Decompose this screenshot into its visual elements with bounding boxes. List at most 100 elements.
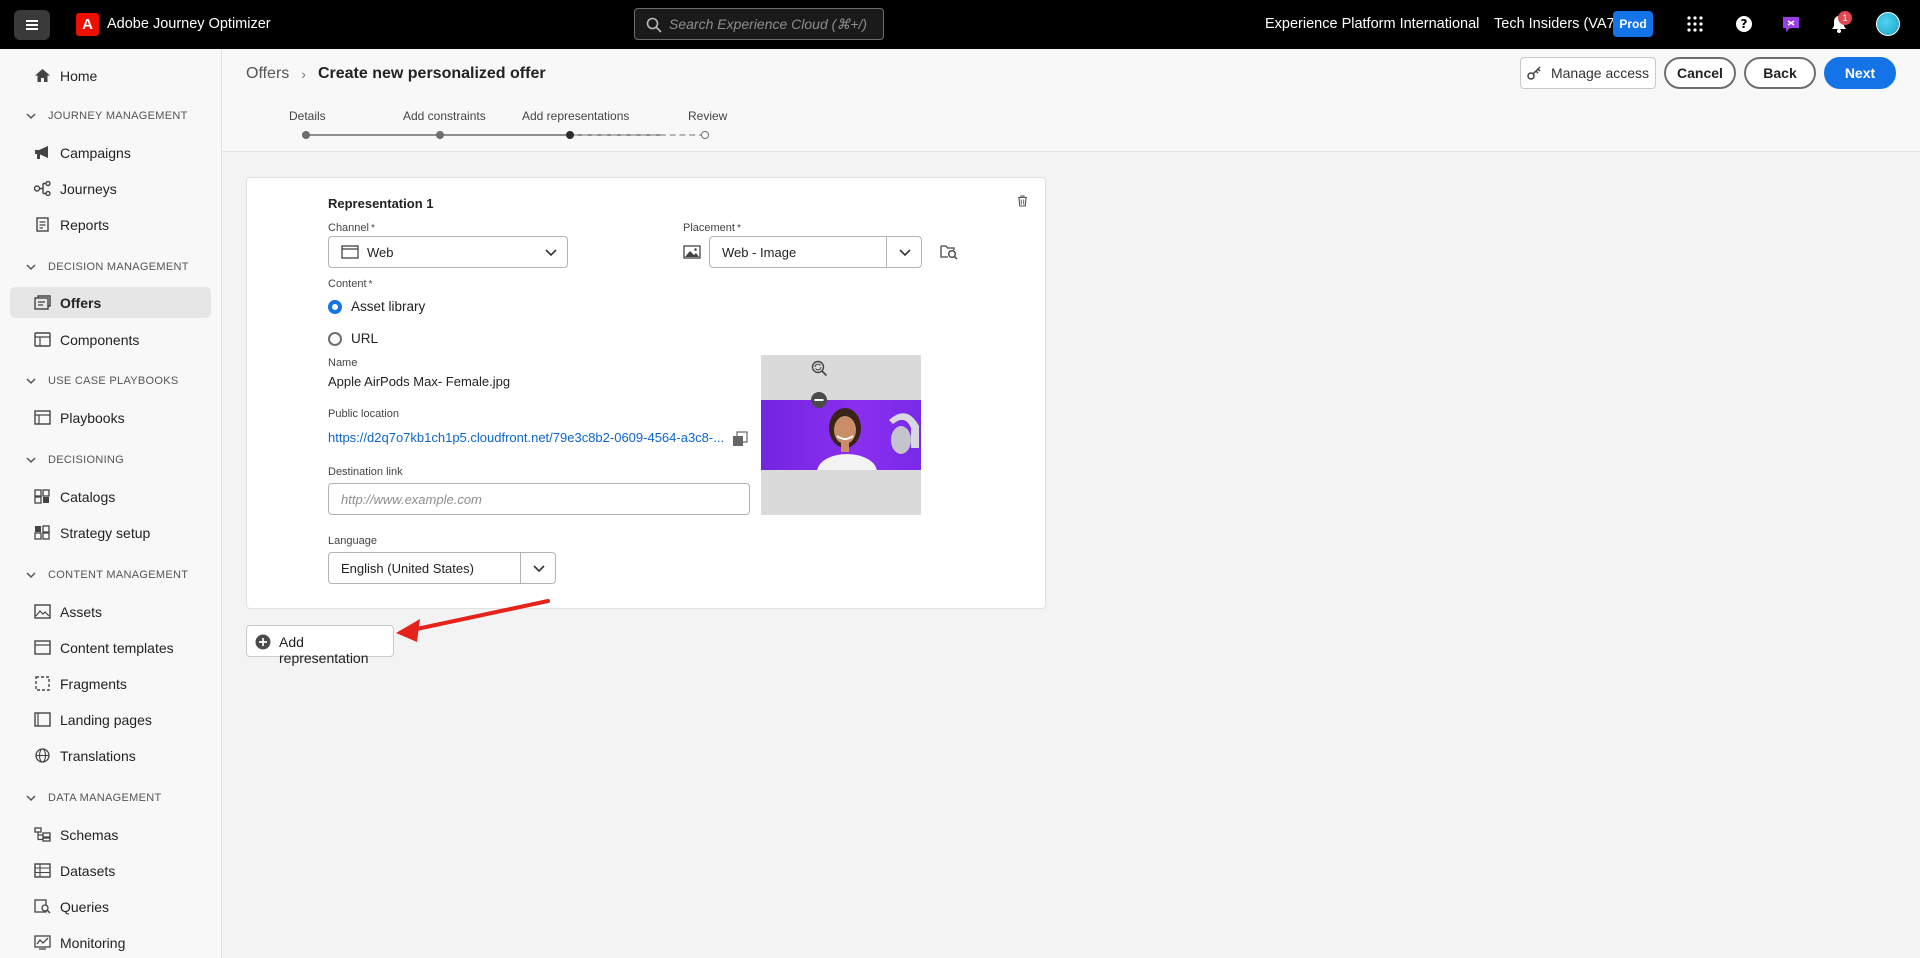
sidebar-item-offers[interactable]: Offers [10, 287, 211, 318]
playbook-icon [34, 410, 51, 425]
page-header: Offers › Create new personalized offer M… [222, 49, 1920, 152]
report-icon [36, 217, 49, 232]
step-dot-details [302, 131, 310, 139]
fragment-icon [35, 676, 50, 691]
sidebar-item-strategy-setup[interactable]: Strategy setup [10, 517, 211, 548]
sidebar-item-label: Queries [60, 899, 110, 915]
sidebar: Home JOURNEY MANAGEMENT Campaigns Journe… [0, 49, 222, 958]
image-icon [683, 245, 701, 259]
sidebar-item-label: Reports [60, 217, 110, 233]
section-decision-management[interactable]: DECISION MANAGEMENT [26, 261, 189, 273]
org-switcher[interactable]: Experience Platform International [1265, 16, 1479, 32]
chevron-down-icon [545, 249, 557, 257]
asset-preview-image [761, 400, 921, 470]
sidebar-item-playbooks[interactable]: Playbooks [10, 402, 211, 433]
representation-card: Representation 1 Channel * Web Placement *… [246, 177, 1046, 609]
search-icon [646, 17, 662, 33]
feedback-icon[interactable] [1780, 13, 1802, 35]
step-label-details: Details [289, 109, 326, 123]
channel-label-text: Channel [328, 222, 369, 234]
sidebar-item-campaigns[interactable]: Campaigns [10, 137, 211, 168]
sidebar-item-monitoring[interactable]: Monitoring [10, 927, 211, 958]
sidebar-item-assets[interactable]: Assets [10, 596, 211, 627]
sidebar-item-reports[interactable]: Reports [10, 209, 211, 240]
copy-icon[interactable] [730, 429, 750, 449]
asset-library-radio-label[interactable]: Asset library [351, 299, 425, 314]
placement-select[interactable]: Web - Image [709, 236, 922, 268]
add-representation-button[interactable]: Add representation [246, 625, 394, 666]
step-label-add-constraints: Add constraints [403, 109, 486, 123]
channel-select[interactable]: Web [328, 236, 568, 268]
sidebar-item-catalogs[interactable]: Catalogs [10, 481, 211, 512]
manage-access-button[interactable]: Manage access [1520, 57, 1656, 89]
required-marker: * [368, 279, 373, 290]
sandbox-switcher[interactable]: Tech Insiders (VA7) [1494, 16, 1619, 32]
step-label-add-representations: Add representations [522, 109, 630, 123]
public-location-link[interactable]: https://d2q7o7kb1ch1p5.cloudfront.net/79… [328, 430, 724, 445]
url-radio-label[interactable]: URL [351, 331, 378, 346]
chevron-down-icon [26, 457, 36, 464]
sidebar-item-home[interactable]: Home [10, 60, 211, 91]
section-decisioning[interactable]: DECISIONING [26, 454, 124, 466]
hamburger-menu-button[interactable] [14, 10, 50, 40]
sidebar-item-label: Strategy setup [60, 525, 151, 541]
hamburger-icon [26, 24, 38, 26]
strategy-icon [34, 525, 50, 540]
url-radio[interactable] [328, 332, 342, 346]
asset-library-radio[interactable] [328, 300, 342, 314]
required-marker: * [370, 223, 375, 234]
chevron-down-icon [26, 572, 36, 579]
replace-asset-icon[interactable] [809, 358, 829, 378]
sidebar-item-queries[interactable]: Queries [10, 891, 211, 922]
step-label-review: Review [688, 109, 728, 123]
env-badge[interactable]: Prod [1613, 11, 1653, 37]
user-avatar[interactable] [1876, 12, 1900, 36]
chevron-down-icon [26, 795, 36, 802]
delete-icon[interactable] [1012, 191, 1032, 211]
dataset-icon [34, 863, 51, 878]
next-button[interactable]: Next [1824, 57, 1896, 89]
sidebar-item-label: Offers [60, 295, 102, 311]
sidebar-item-landing-pages[interactable]: Landing pages [10, 704, 211, 735]
sidebar-item-translations[interactable]: Translations [10, 740, 211, 771]
step-remaining-line [572, 134, 705, 136]
sidebar-item-content-templates[interactable]: Content templates [10, 632, 211, 663]
section-title: CONTENT MANAGEMENT [48, 569, 189, 581]
content-label: Content * [328, 278, 372, 290]
browse-placements-icon[interactable] [939, 241, 959, 261]
section-use-case-playbooks[interactable]: USE CASE PLAYBOOKS [26, 375, 179, 387]
app-title[interactable]: Adobe Journey Optimizer [107, 16, 271, 32]
notification-count-badge: 1 [1838, 11, 1852, 25]
section-title: DATA MANAGEMENT [48, 792, 162, 804]
sidebar-item-components[interactable]: Components [10, 324, 211, 355]
help-icon[interactable]: ? [1733, 13, 1755, 35]
breadcrumb-offers-link[interactable]: Offers [246, 65, 289, 83]
search-input[interactable]: Search Experience Cloud (⌘+/) [634, 8, 884, 40]
cancel-button[interactable]: Cancel [1664, 57, 1736, 89]
section-data-management[interactable]: DATA MANAGEMENT [26, 792, 162, 804]
select-divider [886, 237, 887, 267]
sidebar-item-label: Components [60, 332, 140, 348]
sidebar-item-fragments[interactable]: Fragments [10, 668, 211, 699]
apps-grid-icon[interactable] [1684, 13, 1706, 35]
destination-link-input[interactable] [328, 483, 750, 515]
sidebar-item-label: Home [60, 68, 98, 84]
step-dot-review [701, 131, 709, 139]
required-marker: * [736, 223, 741, 234]
section-content-management[interactable]: CONTENT MANAGEMENT [26, 569, 188, 581]
globe-icon [35, 748, 50, 763]
sidebar-item-journeys[interactable]: Journeys [10, 173, 211, 204]
back-button[interactable]: Back [1744, 57, 1816, 89]
chevron-down-icon [899, 249, 911, 257]
adobe-logo[interactable]: A [76, 13, 99, 36]
sidebar-item-label: Landing pages [60, 712, 152, 728]
public-location-label: Public location [328, 408, 399, 420]
remove-asset-icon[interactable] [809, 390, 829, 410]
sidebar-item-datasets[interactable]: Datasets [10, 855, 211, 886]
sidebar-item-schemas[interactable]: Schemas [10, 819, 211, 850]
placement-value: Web - Image [722, 244, 797, 260]
placement-label-text: Placement [683, 222, 735, 234]
section-journey-management[interactable]: JOURNEY MANAGEMENT [26, 110, 188, 122]
language-select[interactable]: English (United States) [328, 552, 556, 584]
representation-title: Representation 1 [328, 196, 434, 211]
